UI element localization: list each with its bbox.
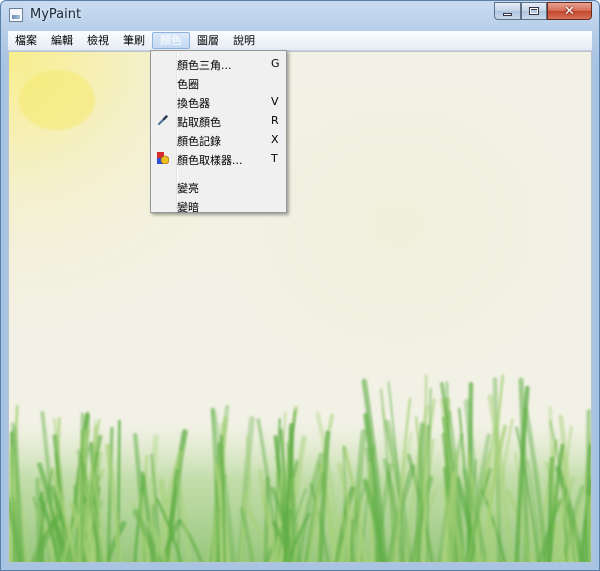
- grass-blade: [350, 518, 354, 562]
- grass-blade: [356, 498, 364, 562]
- menu-color[interactable]: 顏色: [152, 32, 190, 49]
- menu-layer[interactable]: 圖層: [190, 32, 226, 49]
- menu-item-shortcut: R: [271, 114, 279, 127]
- menu-item-label: 顏色三角...: [177, 59, 232, 72]
- eyedropper-icon: [158, 115, 168, 125]
- menu-item-label: 點取顏色: [177, 116, 221, 129]
- menu-item-label: 顏色取樣器...: [177, 154, 243, 167]
- mypaint-app-icon[interactable]: [9, 8, 23, 22]
- title-bar[interactable]: MyPaint ✕: [1, 1, 599, 31]
- color-menu-item-history[interactable]: 顏色記錄 X: [151, 130, 286, 149]
- menu-item-shortcut: T: [271, 152, 278, 165]
- menu-view[interactable]: 檢視: [80, 32, 116, 49]
- close-button[interactable]: ✕: [547, 2, 592, 20]
- color-menu-item-darker[interactable]: 變暗: [151, 196, 286, 215]
- menu-help[interactable]: 說明: [226, 32, 262, 49]
- menu-file[interactable]: 檔案: [8, 32, 44, 49]
- color-menu-item-wheel[interactable]: 色圈: [151, 73, 286, 92]
- color-menu-item-sampler[interactable]: 顏色取樣器... T: [151, 149, 286, 168]
- color-sampler-icon: [157, 152, 169, 164]
- minimize-icon: [503, 12, 512, 16]
- sun: [19, 70, 95, 130]
- color-menu-item-changer[interactable]: 換色器 V: [151, 92, 286, 111]
- color-menu-item-triangle[interactable]: 顏色三角... G: [151, 54, 286, 73]
- color-menu-item-lighter[interactable]: 變亮: [151, 177, 286, 196]
- maximize-button[interactable]: [521, 2, 547, 20]
- menu-bar: 檔案 編輯 檢視 筆刷 顏色 圖層 說明: [8, 31, 592, 51]
- painting-artwork: [9, 52, 591, 562]
- maximize-icon: [529, 7, 539, 15]
- menu-item-label: 色圈: [177, 78, 199, 91]
- menu-item-shortcut: V: [271, 95, 279, 108]
- mypaint-window: MyPaint ✕ 檔案 編輯 檢視 筆刷 顏色 圖層 說明: [0, 0, 600, 571]
- window-title: MyPaint: [30, 7, 82, 22]
- menu-edit[interactable]: 編輯: [44, 32, 80, 49]
- color-menu-dropdown: 顏色三角... G 色圈 換色器 V 點取顏色 R 顏色記錄 X 顏色取樣器..…: [150, 50, 287, 215]
- close-icon: ✕: [564, 3, 575, 19]
- menu-item-label: 變暗: [177, 201, 199, 214]
- color-menu-item-pick[interactable]: 點取顏色 R: [151, 111, 286, 130]
- grass-blade: [316, 490, 320, 562]
- menu-item-label: 變亮: [177, 182, 199, 195]
- menu-item-shortcut: X: [271, 133, 279, 146]
- menu-item-label: 顏色記錄: [177, 135, 221, 148]
- menu-item-label: 換色器: [177, 97, 210, 110]
- minimize-button[interactable]: [494, 2, 521, 20]
- menu-item-shortcut: G: [271, 57, 280, 70]
- drawing-canvas[interactable]: [8, 51, 592, 563]
- menu-brush[interactable]: 筆刷: [116, 32, 152, 49]
